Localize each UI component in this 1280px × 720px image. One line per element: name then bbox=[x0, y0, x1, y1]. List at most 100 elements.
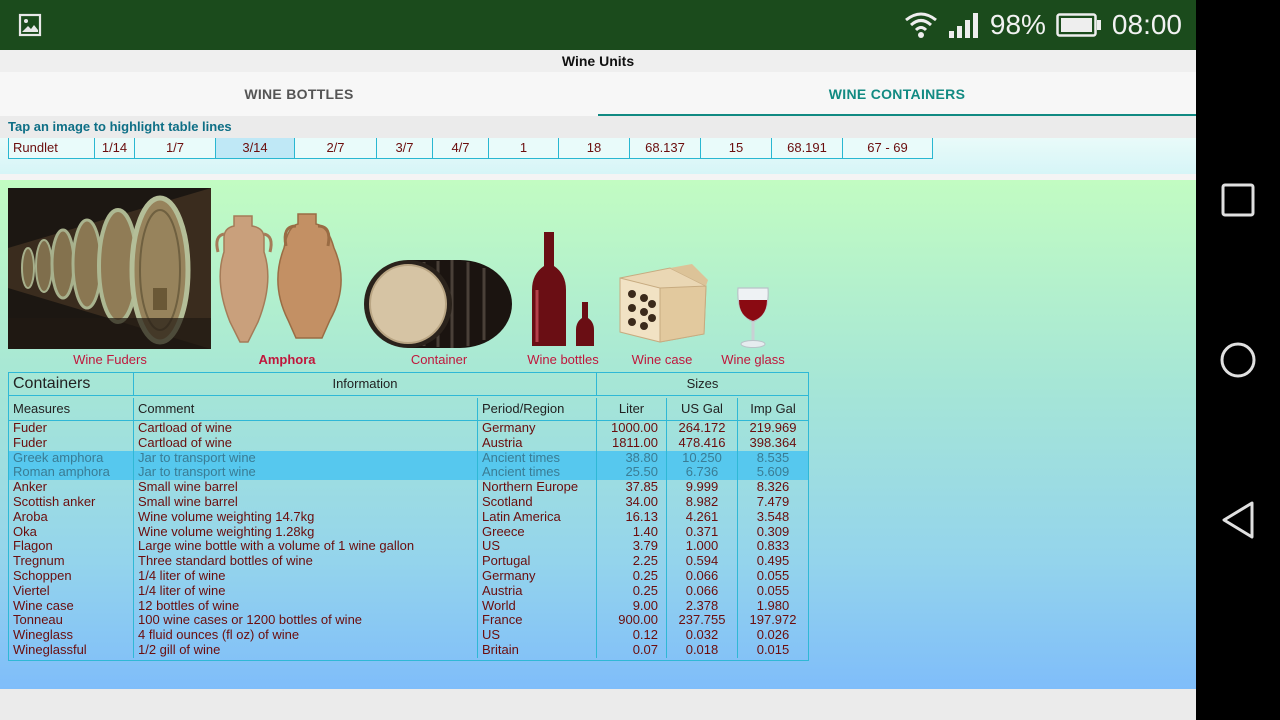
impgal-cell: 0.026 bbox=[756, 628, 790, 643]
tab-wine-containers[interactable]: WINE CONTAINERS bbox=[598, 72, 1196, 116]
col-comment[interactable]: Comment bbox=[134, 398, 478, 421]
image-label[interactable]: Wine glass bbox=[703, 352, 803, 367]
wifi-icon bbox=[904, 12, 937, 38]
usgal-cell: 10.250 bbox=[667, 450, 738, 466]
strip-cell: 1 bbox=[489, 138, 559, 158]
liter-cell: 0.25 bbox=[597, 583, 667, 599]
table-row[interactable]: Viertel 1/4 liter of wine Austria 0.25 0.066… bbox=[9, 583, 808, 599]
status-bar: 98% 08:00 bbox=[0, 0, 1196, 50]
impgal-cell: 219.969 bbox=[749, 421, 797, 435]
impgal-cell: 398.364 bbox=[749, 435, 797, 450]
usgal-cell: 1.000 bbox=[667, 539, 738, 555]
image-label[interactable]: Wine bottles bbox=[513, 352, 613, 367]
impgal-cell: 0.055 bbox=[756, 568, 790, 583]
impgal-cell: 7.479 bbox=[756, 494, 790, 509]
square-icon bbox=[1221, 183, 1255, 217]
usgal-cell: 8.982 bbox=[667, 494, 738, 510]
col-period[interactable]: Period/Region bbox=[478, 398, 597, 421]
liter-cell: 2.25 bbox=[597, 554, 667, 569]
col-usgal[interactable]: US Gal bbox=[667, 398, 738, 421]
liter-cell: 9.00 bbox=[597, 598, 667, 614]
comment-cell: Cartload of wine bbox=[134, 421, 478, 436]
table-row[interactable]: Scottish anker Small wine barrel Scotland 3… bbox=[9, 494, 808, 510]
usgal-cell: 0.594 bbox=[667, 554, 738, 569]
tab-wine-bottles[interactable]: WINE BOTTLES bbox=[0, 72, 598, 116]
comment-cell: Wine volume weighting 14.7kg bbox=[134, 509, 478, 525]
measure-cell: Schoppen bbox=[9, 568, 134, 584]
measure-cell: Wine case bbox=[9, 598, 134, 614]
period-cell: Latin America bbox=[478, 509, 597, 525]
impgal-cell: 8.535 bbox=[756, 450, 790, 465]
clock: 08:00 bbox=[1111, 9, 1182, 40]
usgal-cell: 237.755 bbox=[667, 613, 738, 629]
measure-cell: Wineglass bbox=[9, 628, 134, 643]
home-button[interactable] bbox=[1216, 338, 1260, 382]
impgal-cell: 0.015 bbox=[756, 642, 790, 657]
table-row[interactable]: Wineglassful 1/2 gill of wine Britain 0.07 0… bbox=[9, 642, 808, 658]
table-row[interactable]: Fuder Cartload of wine Austria 1811.00 478.4… bbox=[9, 435, 808, 451]
image-label[interactable]: Container bbox=[389, 352, 489, 367]
container-barrel-image[interactable] bbox=[364, 258, 514, 350]
measure-cell: Fuder bbox=[9, 435, 134, 451]
impgal-cell: 197.972 bbox=[749, 613, 797, 628]
wine-case-image[interactable] bbox=[616, 264, 708, 344]
table-row[interactable]: Anker Small wine barrel Northern Europe 37.… bbox=[9, 480, 808, 495]
impgal-cell: 0.309 bbox=[756, 524, 790, 539]
table-row[interactable]: Tregnum Three standard bottles of wine Por… bbox=[9, 554, 808, 569]
wine-glass-image[interactable] bbox=[734, 284, 772, 350]
liter-cell: 900.00 bbox=[597, 613, 667, 629]
comment-cell: Small wine barrel bbox=[134, 494, 478, 510]
period-cell: Northern Europe bbox=[478, 480, 597, 495]
table-row[interactable]: Roman amphora Jar to transport wine Ancien… bbox=[9, 465, 808, 481]
rundlet-row[interactable]: Rundlet 1/14 1/7 3/14 2/7 3/7 4/7 1 18 6… bbox=[8, 138, 933, 159]
strip-cell: 68.137 bbox=[630, 138, 701, 158]
usgal-cell: 9.999 bbox=[667, 480, 738, 495]
table-row[interactable]: Aroba Wine volume weighting 14.7kg Latin A… bbox=[9, 509, 808, 525]
table-row[interactable]: Tonneau 100 wine cases or 1200 bottles of… bbox=[9, 613, 808, 629]
strip-cell: 1/14 bbox=[95, 138, 135, 158]
wine-fuders-image[interactable] bbox=[8, 188, 211, 349]
table-row[interactable]: Fuder Cartload of wine Germany 1000.00 264.1… bbox=[9, 421, 808, 436]
liter-cell: 0.07 bbox=[597, 642, 667, 658]
back-button[interactable] bbox=[1216, 498, 1260, 542]
app-title: Wine Units bbox=[0, 50, 1196, 72]
usgal-cell: 0.018 bbox=[667, 642, 738, 658]
table-row[interactable]: Schoppen 1/4 liter of wine Germany 0.25 0.06… bbox=[9, 568, 808, 584]
strip-cell: 3/7 bbox=[377, 138, 433, 158]
amphora-image[interactable] bbox=[212, 212, 348, 346]
period-cell: US bbox=[478, 628, 597, 643]
measure-cell: Tonneau bbox=[9, 613, 134, 629]
image-label[interactable]: Amphora bbox=[237, 352, 337, 367]
table-row[interactable]: Flagon Large wine bottle with a volume of… bbox=[9, 539, 808, 555]
impgal-cell: 0.055 bbox=[756, 583, 790, 598]
image-label[interactable]: Wine Fuders bbox=[60, 352, 160, 367]
recents-button[interactable] bbox=[1216, 178, 1260, 222]
comment-cell: Three standard bottles of wine bbox=[134, 554, 478, 569]
table-row[interactable]: Wineglass 4 fluid ounces (fl oz) of wine U… bbox=[9, 628, 808, 643]
period-cell: Ancient times bbox=[478, 450, 597, 466]
hint-text: Tap an image to highlight table lines bbox=[0, 116, 1196, 138]
usgal-cell: 264.172 bbox=[667, 421, 738, 436]
table-column-header: Measures Comment Period/Region Liter US … bbox=[9, 398, 808, 421]
col-liter[interactable]: Liter bbox=[597, 398, 667, 421]
table-row[interactable]: Wine case 12 bottles of wine World 9.00 2.37… bbox=[9, 598, 808, 614]
measure-cell: Aroba bbox=[9, 509, 134, 525]
bottles-table-strip: Rundlet 1/14 1/7 3/14 2/7 3/7 4/7 1 18 6… bbox=[0, 138, 1196, 174]
image-label[interactable]: Wine case bbox=[612, 352, 712, 367]
table-row[interactable]: Greek amphora Jar to transport wine Ancien… bbox=[9, 450, 808, 466]
containers-table: Containers Information Sizes Measures Co… bbox=[8, 372, 809, 661]
impgal-cell: 5.609 bbox=[756, 465, 790, 480]
battery-percent: 98% bbox=[989, 9, 1046, 40]
comment-cell: 1/2 gill of wine bbox=[134, 642, 478, 658]
col-impgal[interactable]: Imp Gal bbox=[738, 398, 808, 421]
usgal-cell: 478.416 bbox=[667, 435, 738, 451]
table-row[interactable]: Oka Wine volume weighting 1.28kg Greece 1.4… bbox=[9, 524, 808, 540]
period-cell: Germany bbox=[478, 421, 597, 436]
col-measures[interactable]: Measures bbox=[9, 398, 134, 421]
strip-cell: 2/7 bbox=[295, 138, 377, 158]
period-cell: World bbox=[478, 598, 597, 614]
impgal-cell: 0.833 bbox=[756, 539, 790, 554]
navigation-bar bbox=[1196, 0, 1280, 720]
wine-bottles-image[interactable] bbox=[530, 230, 596, 348]
signal-icon bbox=[948, 13, 978, 38]
